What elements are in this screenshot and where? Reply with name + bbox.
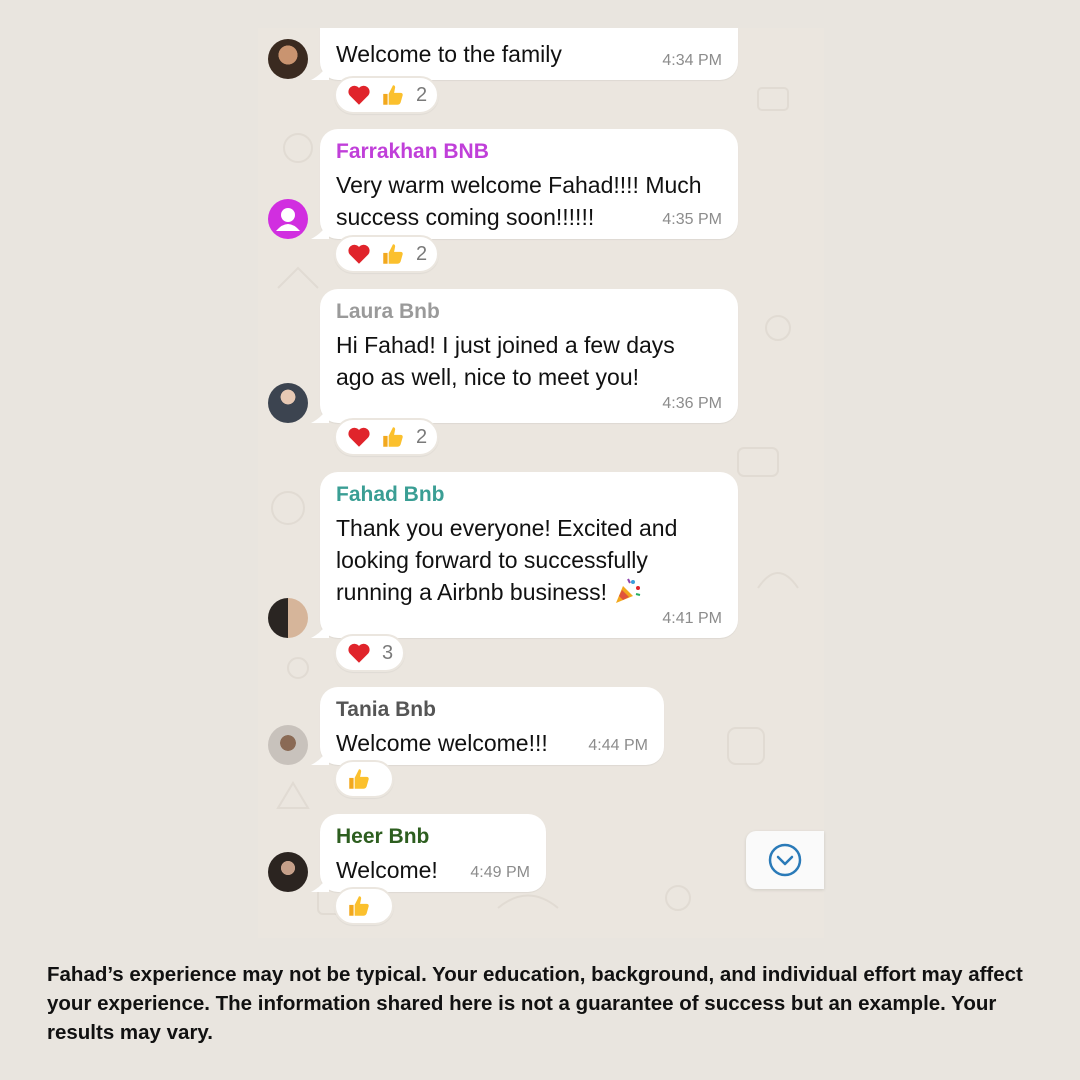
reaction-count: 2	[416, 242, 428, 265]
default-user-icon	[276, 208, 300, 231]
disclaimer-text: Fahad’s experience may not be typical. Y…	[47, 963, 1023, 1044]
heart-icon	[348, 643, 370, 663]
reactions-pill[interactable]	[334, 887, 394, 925]
message-time: 4:34 PM	[662, 52, 722, 69]
message-2: Farrakhan BNB Very warm welcome Fahad!!!…	[258, 129, 824, 275]
party-popper-icon	[616, 578, 641, 603]
sender-name[interactable]: Tania Bnb	[336, 697, 648, 723]
message-5: Tania Bnb Welcome welcome!!! 4:44 PM	[258, 687, 824, 801]
message-bubble[interactable]: Welcome to the family 4:34 PM	[311, 28, 738, 80]
thumbs-up-icon	[383, 244, 403, 264]
reactions-pill[interactable]: 2	[334, 235, 440, 273]
message-1: Welcome to the family 4:34 PM 2	[258, 28, 824, 122]
avatar[interactable]	[268, 199, 308, 239]
message-bubble[interactable]: Fahad Bnb Thank you everyone! Excited an…	[311, 472, 738, 638]
chevron-down-circle-icon	[768, 843, 802, 877]
message-bubble[interactable]: Farrakhan BNB Very warm welcome Fahad!!!…	[311, 129, 738, 239]
avatar[interactable]	[268, 852, 308, 892]
sender-name[interactable]: Laura Bnb	[336, 299, 722, 325]
heart-icon	[348, 244, 370, 264]
message-time: 4:41 PM	[662, 610, 722, 627]
avatar[interactable]	[268, 383, 308, 423]
scroll-to-bottom-button[interactable]	[746, 831, 824, 889]
reaction-count: 2	[416, 425, 428, 448]
thumbs-up-icon	[383, 85, 403, 105]
sender-name[interactable]: Heer Bnb	[336, 824, 530, 850]
reactions-pill[interactable]: 2	[334, 418, 440, 456]
bubble-tail	[311, 747, 329, 765]
reaction-count: 3	[382, 641, 394, 664]
message-time: 4:49 PM	[470, 864, 530, 881]
bubble-tail	[311, 62, 329, 80]
thumbs-up-icon	[349, 896, 369, 916]
heart-icon	[348, 427, 370, 447]
message-6: Heer Bnb Welcome! 4:49 PM	[258, 814, 824, 928]
avatar[interactable]	[268, 725, 308, 765]
reactions-pill[interactable]: 2	[334, 76, 440, 114]
message-3: Laura Bnb Hi Fahad! I just joined a few …	[258, 289, 824, 459]
thumbs-up-icon	[349, 769, 369, 789]
message-time: 4:36 PM	[662, 395, 722, 412]
reaction-count: 2	[416, 83, 428, 106]
message-time: 4:44 PM	[588, 737, 648, 754]
message-bubble[interactable]: Laura Bnb Hi Fahad! I just joined a few …	[311, 289, 738, 423]
reactions-pill[interactable]	[334, 760, 394, 798]
reactions-pill[interactable]: 3	[334, 634, 406, 672]
message-bubble[interactable]: Heer Bnb Welcome! 4:49 PM	[311, 814, 546, 892]
message-bubble[interactable]: Tania Bnb Welcome welcome!!! 4:44 PM	[311, 687, 664, 765]
message-text: Thank you everyone! Excited and looking …	[336, 512, 722, 608]
avatar[interactable]	[268, 39, 308, 79]
message-4: Fahad Bnb Thank you everyone! Excited an…	[258, 472, 824, 674]
bubble-tail	[311, 221, 329, 239]
message-text: Hi Fahad! I just joined a few days ago a…	[336, 332, 675, 390]
message-time: 4:35 PM	[662, 211, 722, 228]
chat-window: Welcome to the family 4:34 PM 2 Farrakha…	[258, 28, 824, 938]
thumbs-up-icon	[383, 427, 403, 447]
sender-name[interactable]: Fahad Bnb	[336, 482, 722, 508]
heart-icon	[348, 85, 370, 105]
bubble-tail	[311, 620, 329, 638]
sender-name[interactable]: Farrakhan BNB	[336, 139, 722, 165]
bubble-tail	[311, 874, 329, 892]
bubble-tail	[311, 405, 329, 423]
avatar[interactable]	[268, 598, 308, 638]
